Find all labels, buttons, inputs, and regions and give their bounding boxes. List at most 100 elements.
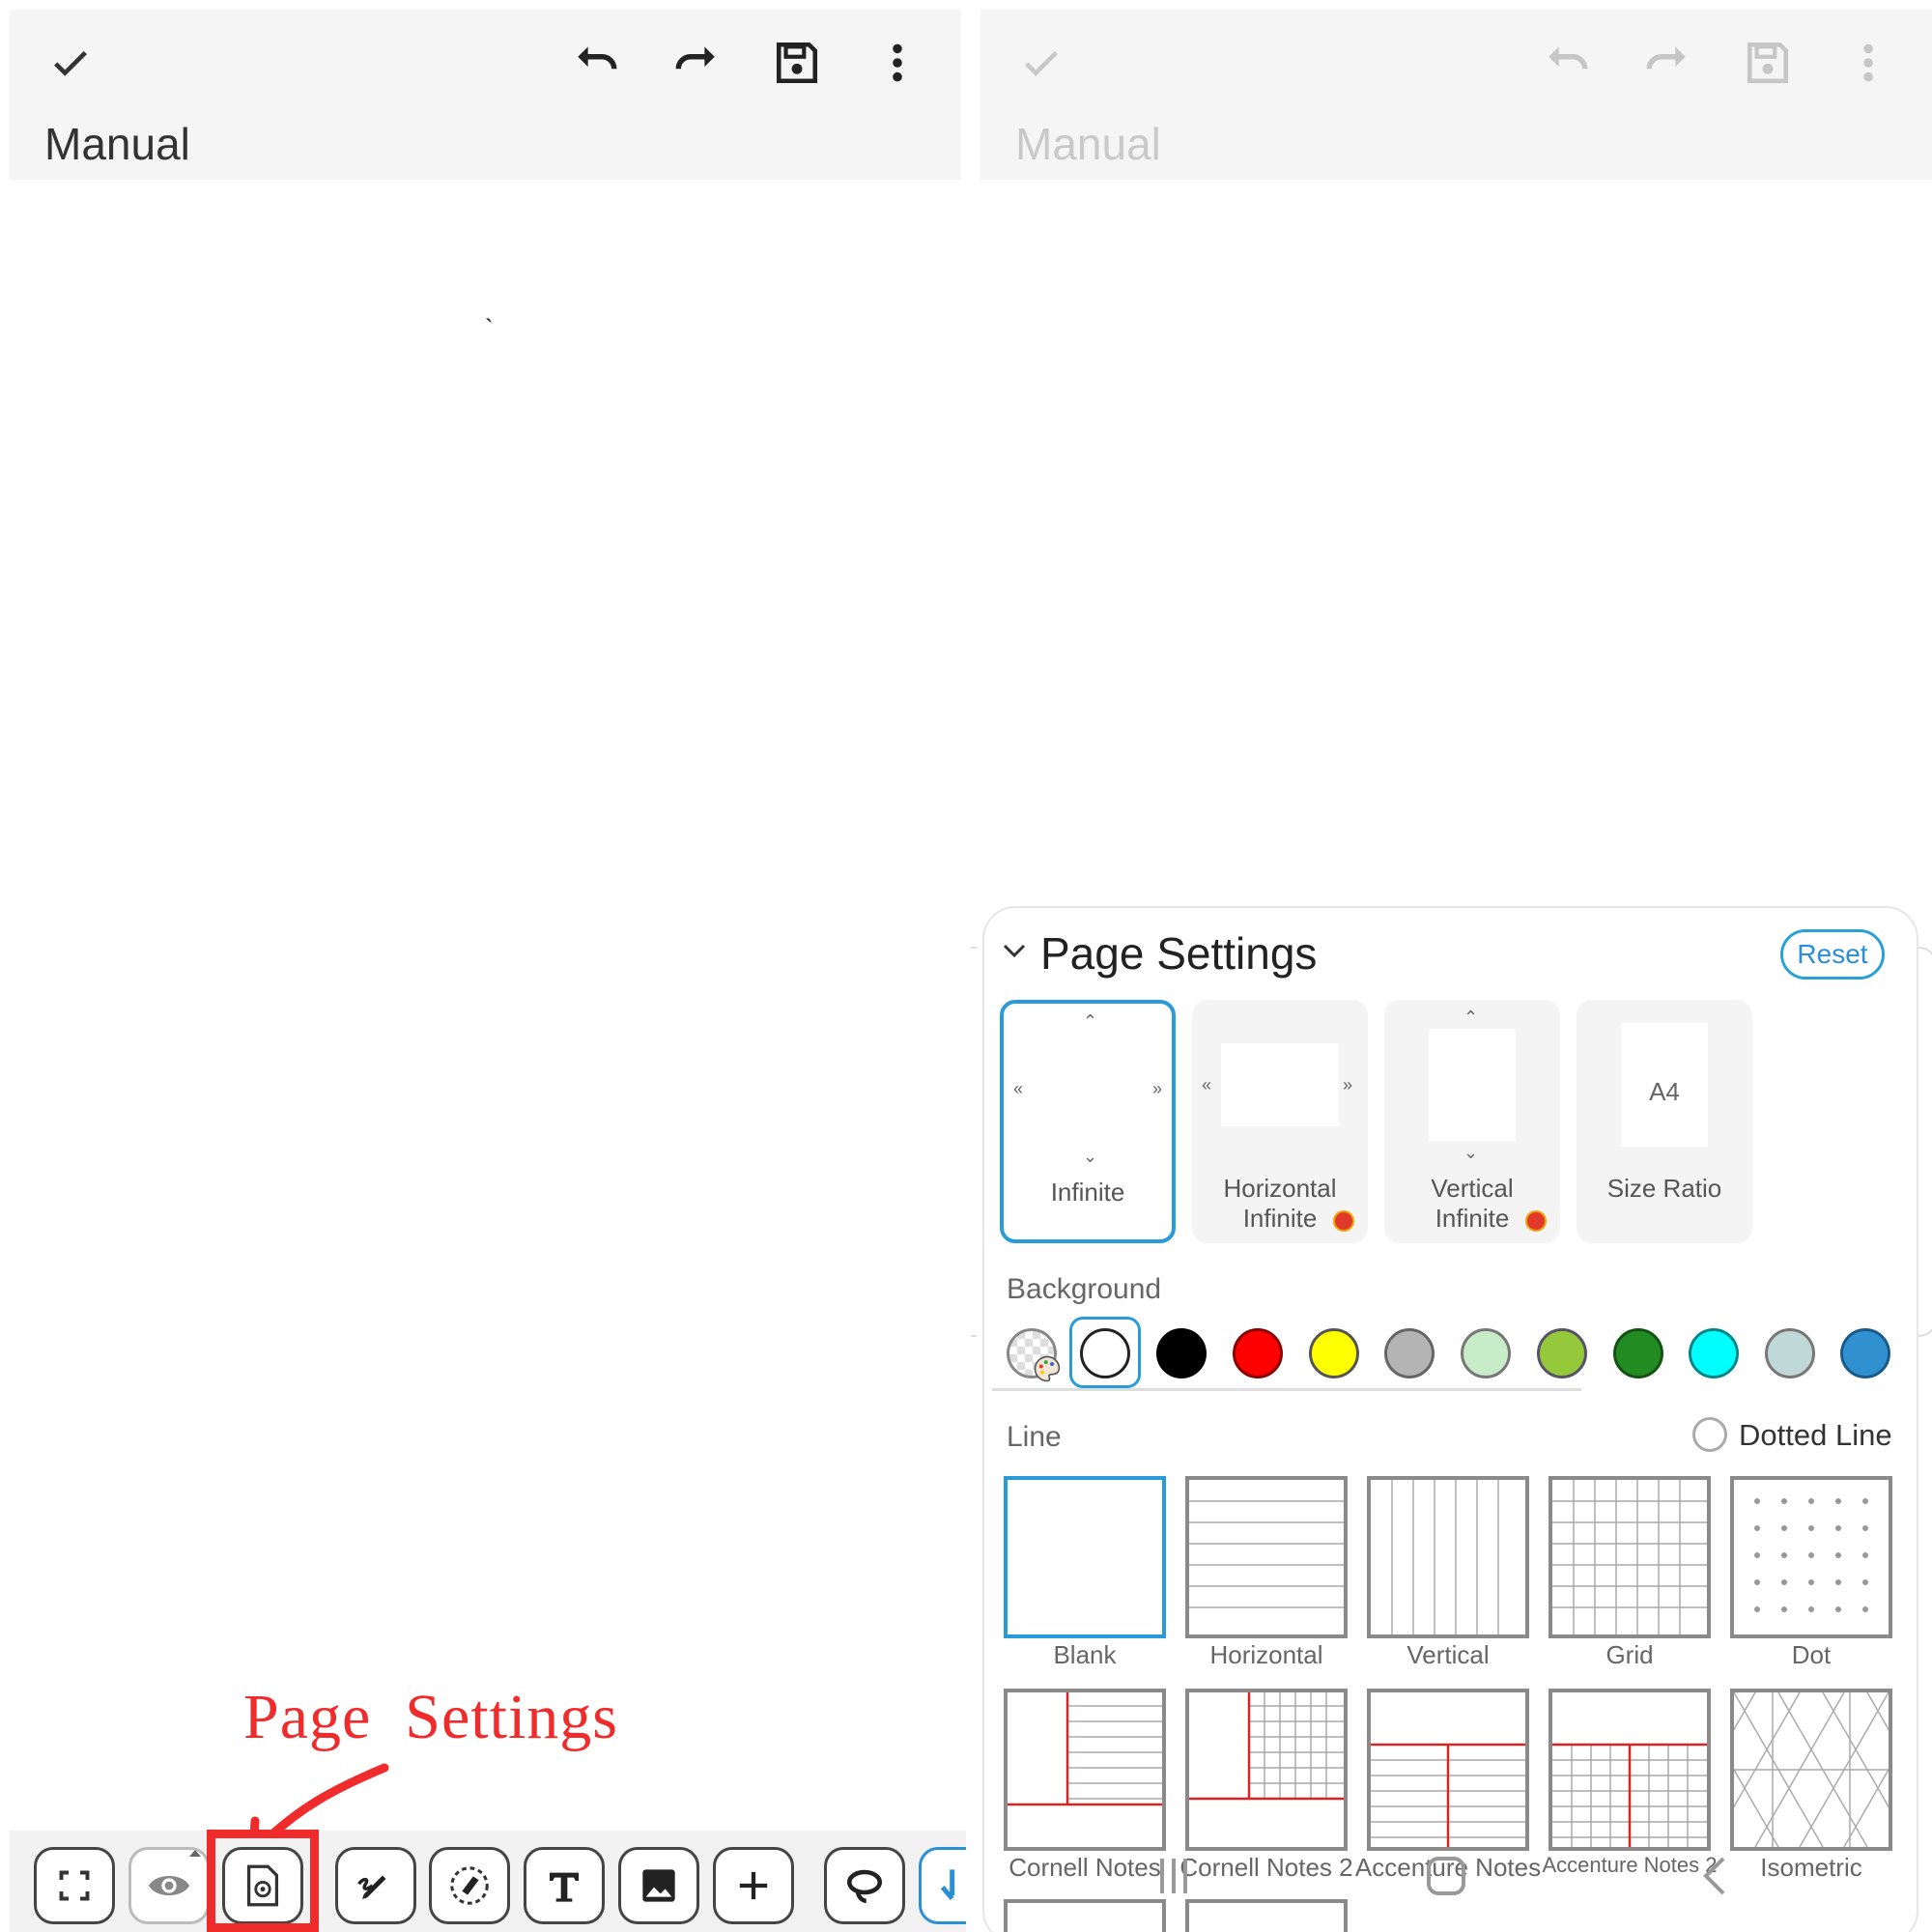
template-partial[interactable] <box>1185 1899 1348 1932</box>
top-app-bar: Manual <box>10 10 961 180</box>
template-isometric[interactable] <box>1730 1689 1892 1851</box>
left-arrows-icon: « <box>1202 1075 1212 1094</box>
more-options-icon[interactable] <box>1844 39 1892 87</box>
image-tool-button[interactable] <box>618 1847 699 1924</box>
template-blank[interactable] <box>1004 1476 1166 1638</box>
cornell-notes-icon <box>1008 1692 1162 1806</box>
undo-icon[interactable] <box>572 39 620 87</box>
template-label: Grid <box>1605 1640 1654 1669</box>
template-accenture-notes[interactable] <box>1367 1689 1529 1851</box>
template-partial[interactable] <box>1004 1899 1166 1932</box>
blue-swatch[interactable] <box>1840 1328 1890 1378</box>
mode-label: Infinite <box>1050 1178 1125 1207</box>
save-icon[interactable] <box>773 39 821 87</box>
more-options-icon[interactable] <box>873 39 922 87</box>
annotation-arrow-icon <box>248 1763 389 1860</box>
add-button[interactable] <box>713 1847 794 1924</box>
plus-icon <box>739 1871 768 1900</box>
template-cornell-notes[interactable] <box>1004 1689 1166 1851</box>
grid-lines-icon <box>1552 1480 1707 1634</box>
text-icon <box>550 1872 579 1902</box>
eraser-tool-button[interactable] <box>429 1847 510 1924</box>
accenture-notes-icon <box>1371 1743 1525 1847</box>
cyan-swatch[interactable] <box>1689 1328 1739 1378</box>
recents-nav-icon[interactable] <box>1154 1855 1193 1897</box>
up-arrows-icon: ⌃ <box>1463 1008 1479 1027</box>
green-swatch[interactable] <box>1613 1328 1663 1378</box>
check-icon[interactable] <box>1017 39 1065 87</box>
document-title: Manual <box>44 119 190 169</box>
template-dot[interactable] <box>1730 1476 1892 1638</box>
pen-tool-button[interactable] <box>335 1847 416 1924</box>
gray-blue-swatch[interactable] <box>1765 1328 1815 1378</box>
canvas-mark: ` <box>485 314 494 343</box>
light-green-swatch[interactable] <box>1461 1328 1511 1378</box>
cornell-notes-2-icon <box>1189 1692 1344 1801</box>
page-settings-highlight <box>207 1830 319 1932</box>
template-label: Cornell Notes <box>1009 1853 1161 1882</box>
right-arrows-icon: » <box>1343 1075 1353 1094</box>
yellow-swatch[interactable] <box>1309 1328 1359 1378</box>
template-cornell-notes-2[interactable] <box>1185 1689 1348 1851</box>
template-grid[interactable] <box>1548 1476 1711 1638</box>
reset-button[interactable]: Reset <box>1780 929 1885 980</box>
left-screen: Manual ` Page Settings <box>0 0 966 1932</box>
mode-size-ratio[interactable]: A4 Size Ratio <box>1577 1000 1752 1243</box>
image-icon <box>642 1869 675 1902</box>
template-horizontal[interactable] <box>1185 1476 1348 1638</box>
fullscreen-button[interactable] <box>34 1847 115 1924</box>
mode-infinite[interactable]: ⌃ ⌄ « » Infinite <box>1000 1000 1176 1243</box>
mode-horizontal-infinite[interactable]: « » Horizontal Infinite <box>1192 1000 1368 1243</box>
lasso-icon <box>846 1869 883 1904</box>
text-tool-button[interactable] <box>524 1847 605 1924</box>
panel-title: Page Settings <box>1040 928 1318 979</box>
template-label: Accenture Notes 2 <box>1542 1853 1718 1877</box>
premium-badge-icon <box>1525 1210 1547 1232</box>
swatch-scroll-indicator <box>992 1388 1581 1391</box>
template-label: Horizontal <box>1209 1640 1323 1669</box>
right-screen: Manual Page Settings Reset ⌃ ⌄ « » Infin… <box>971 0 1932 1932</box>
right-arrows-icon: » <box>1152 1079 1163 1098</box>
page-preview <box>1221 1043 1339 1126</box>
dotted-line-label[interactable]: Dotted Line <box>1739 1418 1892 1453</box>
template-label: Blank <box>1053 1640 1117 1669</box>
lime-swatch[interactable] <box>1537 1328 1587 1378</box>
custom-color-swatch[interactable] <box>1007 1328 1061 1382</box>
eraser-icon <box>450 1866 489 1905</box>
mode-vertical-infinite[interactable]: ⌃ ⌄ Vertical Infinite <box>1384 1000 1560 1243</box>
redo-icon[interactable] <box>672 39 721 87</box>
vertical-lines-icon <box>1391 1480 1499 1634</box>
eye-icon <box>148 1875 190 1896</box>
annotation-label: Page Settings <box>243 1682 618 1752</box>
check-icon[interactable] <box>46 39 95 87</box>
template-label: Cornell Notes 2 <box>1179 1853 1353 1882</box>
more-tools-button[interactable] <box>919 1847 966 1924</box>
size-ratio-value: A4 <box>1649 1077 1680 1106</box>
template-label: Isometric <box>1760 1853 1862 1882</box>
collapse-chevron-icon[interactable] <box>1002 942 1027 959</box>
top-app-bar: Manual <box>980 10 1932 180</box>
page-preview <box>1429 1029 1516 1141</box>
background-section-label: Background <box>1007 1273 1162 1305</box>
redo-icon[interactable] <box>1643 39 1691 87</box>
pen-icon <box>357 1875 386 1899</box>
back-nav-icon[interactable] <box>1700 1855 1729 1897</box>
down-arrows-icon: ⌄ <box>1083 1147 1098 1166</box>
horizontal-lines-icon <box>1189 1500 1344 1608</box>
gray-swatch[interactable] <box>1384 1328 1435 1378</box>
save-icon[interactable] <box>1744 39 1792 87</box>
template-vertical[interactable] <box>1367 1476 1529 1638</box>
template-label: Vertical <box>1406 1640 1490 1669</box>
template-accenture-notes-2[interactable] <box>1548 1689 1711 1851</box>
view-mode-button[interactable] <box>128 1847 210 1924</box>
red-swatch[interactable] <box>1233 1328 1283 1378</box>
dotted-line-radio[interactable] <box>1692 1417 1727 1452</box>
home-nav-icon[interactable] <box>1425 1855 1467 1897</box>
accenture-notes-2-icon <box>1552 1743 1707 1847</box>
background-sheet-edge <box>971 947 977 1337</box>
template-label: Dot <box>1791 1640 1832 1669</box>
white-swatch[interactable] <box>1080 1328 1130 1378</box>
black-swatch[interactable] <box>1156 1328 1207 1378</box>
undo-icon[interactable] <box>1543 39 1591 87</box>
lasso-tool-button[interactable] <box>824 1847 905 1924</box>
